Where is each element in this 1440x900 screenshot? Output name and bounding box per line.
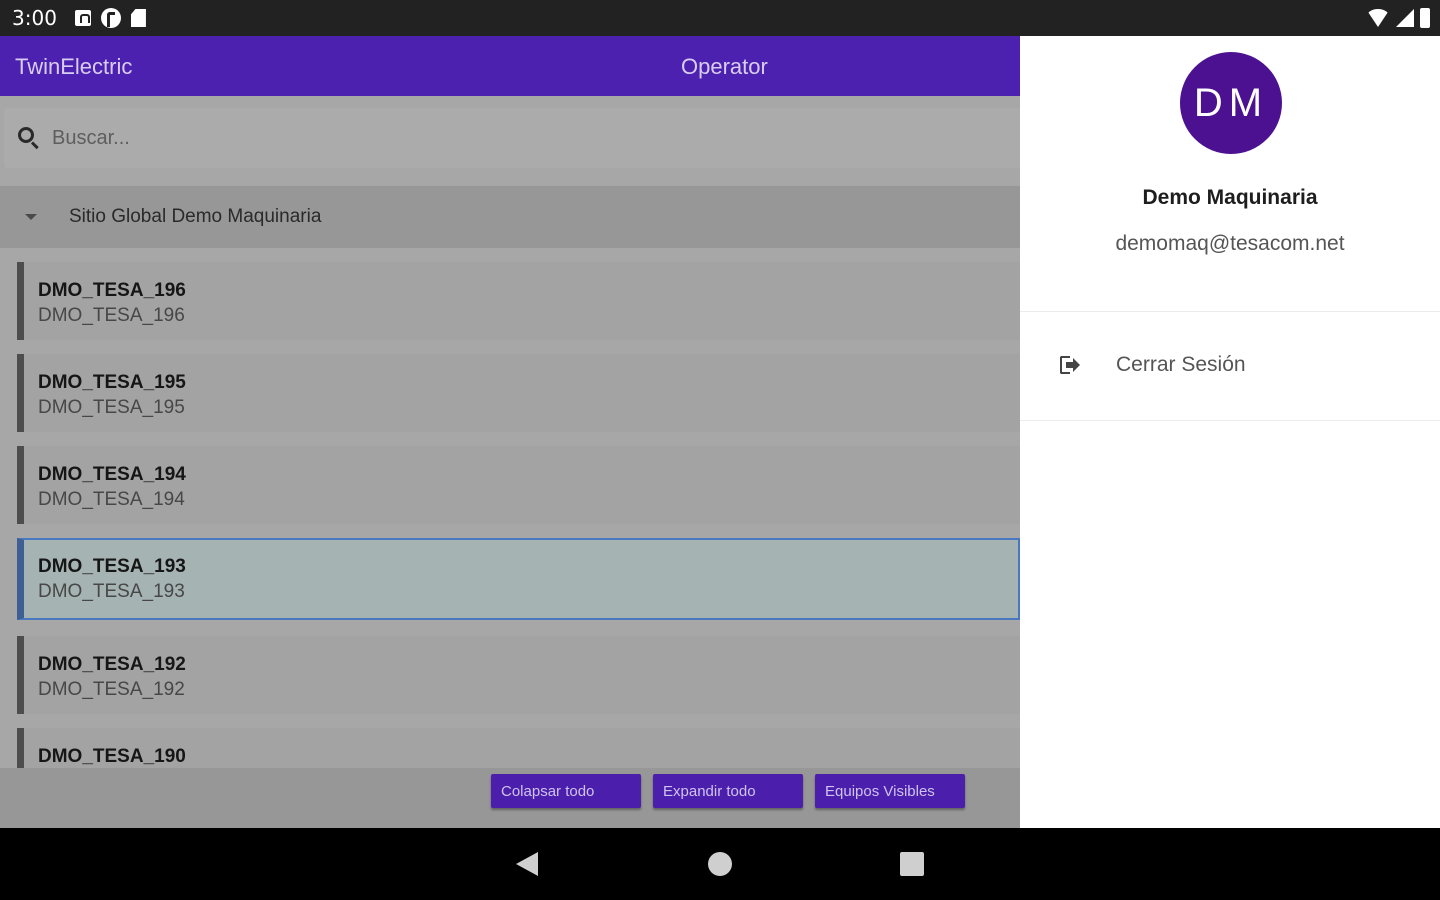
- cell-signal-icon: [1396, 9, 1414, 27]
- user-email: demomaq@tesacom.net: [1115, 232, 1345, 255]
- device-row[interactable]: DMO_TESA_196 DMO_TESA_196: [17, 262, 1020, 340]
- device-title: DMO_TESA_193: [38, 556, 186, 577]
- device-title: DMO_TESA_194: [38, 464, 186, 485]
- status-bar: 3:00: [0, 0, 1440, 36]
- device-subtitle: DMO_TESA_192: [38, 679, 185, 700]
- battery-icon: [1420, 8, 1430, 28]
- user-role-label: Operator: [681, 54, 768, 79]
- device-screen: 3:00 TwinElectric Operator Sitio Global …: [0, 0, 1440, 900]
- logout-icon: [1060, 356, 1080, 374]
- sd-card-icon: [130, 9, 146, 27]
- device-subtitle: DMO_TESA_195: [38, 397, 185, 418]
- logout-menu-item[interactable]: Cerrar Sesión: [1020, 312, 1440, 418]
- site-group-label: Sitio Global Demo Maquinaria: [69, 206, 322, 227]
- device-title: DMO_TESA_195: [38, 372, 186, 393]
- notification-p-icon: [100, 8, 121, 28]
- device-row-selected[interactable]: DMO_TESA_193 DMO_TESA_193: [17, 538, 1020, 620]
- back-icon[interactable]: [516, 852, 538, 876]
- search-input[interactable]: [52, 126, 952, 150]
- device-subtitle: DMO_TESA_196: [38, 305, 185, 326]
- expand-all-button[interactable]: Expandir todo: [653, 774, 803, 808]
- notification-a-icon: [74, 10, 91, 26]
- status-notification-icons: [74, 8, 146, 28]
- search-icon: [18, 127, 40, 150]
- device-title: DMO_TESA_190: [38, 746, 186, 767]
- wifi-icon: [1366, 9, 1390, 27]
- caret-down-icon[interactable]: [25, 214, 37, 220]
- device-row[interactable]: DMO_TESA_195 DMO_TESA_195: [17, 354, 1020, 432]
- navigation-drawer: DM Demo Maquinaria demomaq@tesacom.net C…: [1020, 36, 1440, 828]
- recent-apps-icon[interactable]: [900, 852, 924, 876]
- device-subtitle: DMO_TESA_193: [38, 581, 185, 602]
- avatar: DM: [1180, 52, 1282, 154]
- logout-label: Cerrar Sesión: [1116, 353, 1246, 376]
- status-system-icons: [1366, 8, 1430, 28]
- app-title: TwinElectric: [15, 54, 133, 79]
- main-app-area[interactable]: TwinElectric Operator Sitio Global Demo …: [0, 36, 1020, 828]
- device-row[interactable]: DMO_TESA_190: [17, 728, 1020, 768]
- system-nav-bar: [0, 828, 1440, 900]
- user-name: Demo Maquinaria: [1142, 186, 1318, 209]
- collapse-all-button[interactable]: Colapsar todo: [491, 774, 641, 808]
- device-list[interactable]: DMO_TESA_196 DMO_TESA_196 DMO_TESA_195 D…: [0, 260, 1020, 768]
- visible-devices-button[interactable]: Equipos Visibles: [815, 774, 965, 808]
- drawer-divider: [1020, 420, 1440, 421]
- home-icon[interactable]: [708, 852, 732, 876]
- device-subtitle: DMO_TESA_194: [38, 489, 185, 510]
- device-title: DMO_TESA_196: [38, 280, 186, 301]
- search-bar[interactable]: [4, 108, 1020, 168]
- device-row[interactable]: DMO_TESA_192 DMO_TESA_192: [17, 636, 1020, 714]
- device-title: DMO_TESA_192: [38, 654, 186, 675]
- status-time: 3:00: [12, 6, 57, 30]
- site-group-header[interactable]: Sitio Global Demo Maquinaria: [0, 186, 1020, 248]
- app-bar: TwinElectric Operator: [0, 36, 1020, 96]
- action-bar: Colapsar todo Expandir todo Equipos Visi…: [0, 768, 1020, 828]
- device-row[interactable]: DMO_TESA_194 DMO_TESA_194: [17, 446, 1020, 524]
